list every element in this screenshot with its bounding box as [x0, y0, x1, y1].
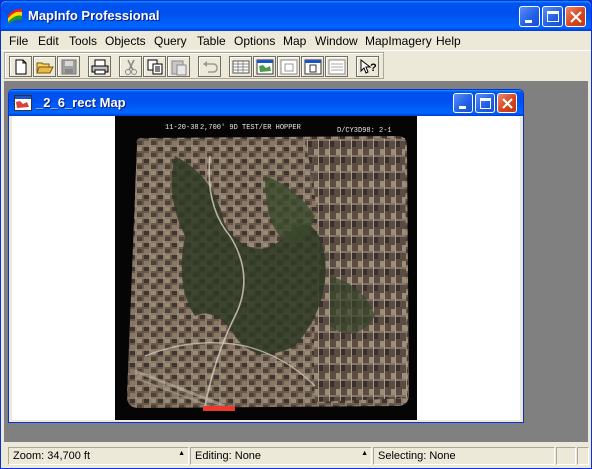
menu-objects[interactable]: Objects [105, 34, 146, 48]
status-pane-extra [556, 447, 576, 465]
new-grapher-button[interactable] [277, 56, 300, 77]
aerial-photo-raster[interactable]: 11-20-38 2,700' 9D TEST/ER HOPPER D/CY3D… [115, 116, 417, 420]
minimize-button[interactable] [519, 6, 540, 27]
menu-window[interactable]: Window [315, 34, 358, 48]
maximize-icon [480, 98, 491, 109]
undo-icon [203, 61, 218, 73]
new-mapper-icon [256, 59, 274, 75]
menu-map[interactable]: Map [283, 34, 306, 48]
menu-help[interactable]: Help [436, 34, 461, 48]
mdi-workspace: _2_6_rect Map 11-20-38 2,700' 9D TEST/ER… [4, 81, 588, 442]
photo-date-label: 11-20-38 [165, 124, 199, 132]
save-icon [61, 59, 77, 75]
close-icon [570, 11, 582, 23]
minimize-icon [525, 20, 532, 23]
open-icon [36, 62, 54, 74]
menu-edit[interactable]: Edit [38, 34, 59, 48]
menu-table[interactable]: Table [197, 34, 226, 48]
new-browser-button[interactable] [229, 56, 252, 77]
paste-icon [171, 60, 187, 76]
editing-status-text: Editing: None [195, 450, 262, 462]
app-title: MapInfo Professional [28, 8, 160, 23]
save-button[interactable] [57, 56, 80, 77]
copy-icon [147, 59, 163, 75]
menu-mapimagery[interactable]: MapImagery [365, 34, 432, 48]
app-window: MapInfo Professional File Edit Tools Obj… [0, 0, 592, 469]
new-redistrict-icon [328, 59, 346, 75]
help-pointer-button[interactable]: ? [356, 56, 379, 77]
minimize-icon [459, 106, 466, 109]
maximize-icon [547, 11, 559, 22]
zoom-up-arrow-icon: ▲ [178, 450, 185, 457]
editing-status[interactable]: Editing: None ▲ [190, 447, 372, 465]
map-minimize-button[interactable] [453, 93, 473, 113]
undo-button[interactable] [198, 56, 221, 77]
photo-frame-label: D/CY3D98: 2-1 [337, 127, 392, 135]
menu-bar: File Edit Tools Objects Query Table Opti… [1, 31, 591, 50]
new-browser-icon [232, 60, 250, 74]
close-icon [502, 98, 513, 109]
cut-icon [125, 59, 137, 75]
menu-file[interactable]: File [9, 34, 28, 48]
new-icon [15, 59, 27, 75]
photo-scale-bar [203, 406, 235, 411]
map-maximize-button[interactable] [475, 93, 495, 113]
aerial-photo-image [127, 136, 409, 411]
map-window-title: _2_6_rect Map [36, 95, 126, 110]
close-button[interactable] [565, 6, 586, 27]
zoom-status-text: Zoom: 34,700 ft [13, 450, 91, 462]
svg-text:?: ? [370, 62, 377, 74]
new-layout-icon [304, 59, 322, 75]
map-canvas[interactable]: 11-20-38 2,700' 9D TEST/ER HOPPER D/CY3D… [12, 116, 520, 420]
maximize-button[interactable] [542, 6, 563, 27]
editing-up-arrow-icon: ▲ [361, 450, 368, 457]
standard-toolbar: ? [4, 52, 384, 79]
selecting-status[interactable]: Selecting: None [373, 447, 555, 465]
copy-button[interactable] [143, 56, 166, 77]
paste-button[interactable] [167, 56, 190, 77]
print-button[interactable] [88, 56, 111, 77]
map-window: _2_6_rect Map 11-20-38 2,700' 9D TEST/ER… [8, 89, 524, 423]
zoom-status[interactable]: Zoom: 34,700 ft ▲ [8, 447, 189, 465]
new-button[interactable] [9, 56, 32, 77]
map-window-title-bar[interactable]: _2_6_rect Map [9, 90, 523, 116]
new-mapper-button[interactable] [253, 56, 276, 77]
status-bar: Zoom: 34,700 ft ▲ Editing: None ▲ Select… [1, 443, 591, 468]
menu-options[interactable]: Options [234, 34, 275, 48]
map-close-button[interactable] [497, 93, 517, 113]
open-button[interactable] [33, 56, 56, 77]
help-pointer-icon: ? [360, 58, 377, 74]
new-layout-button[interactable] [301, 56, 324, 77]
toolbar-separator [1, 50, 591, 51]
photo-flight-label: 2,700' 9D TEST/ER HOPPER [200, 124, 301, 132]
menu-query[interactable]: Query [154, 34, 187, 48]
selecting-status-text: Selecting: None [378, 450, 456, 462]
cut-button[interactable] [119, 56, 142, 77]
menu-tools[interactable]: Tools [69, 34, 97, 48]
map-window-icon [14, 95, 32, 111]
app-title-bar[interactable]: MapInfo Professional [1, 1, 591, 31]
new-grapher-icon [280, 59, 298, 75]
mapinfo-logo-icon [8, 8, 22, 24]
status-pane-extra-2 [577, 447, 589, 465]
new-redistrict-button[interactable] [325, 56, 348, 77]
print-icon [91, 59, 109, 75]
